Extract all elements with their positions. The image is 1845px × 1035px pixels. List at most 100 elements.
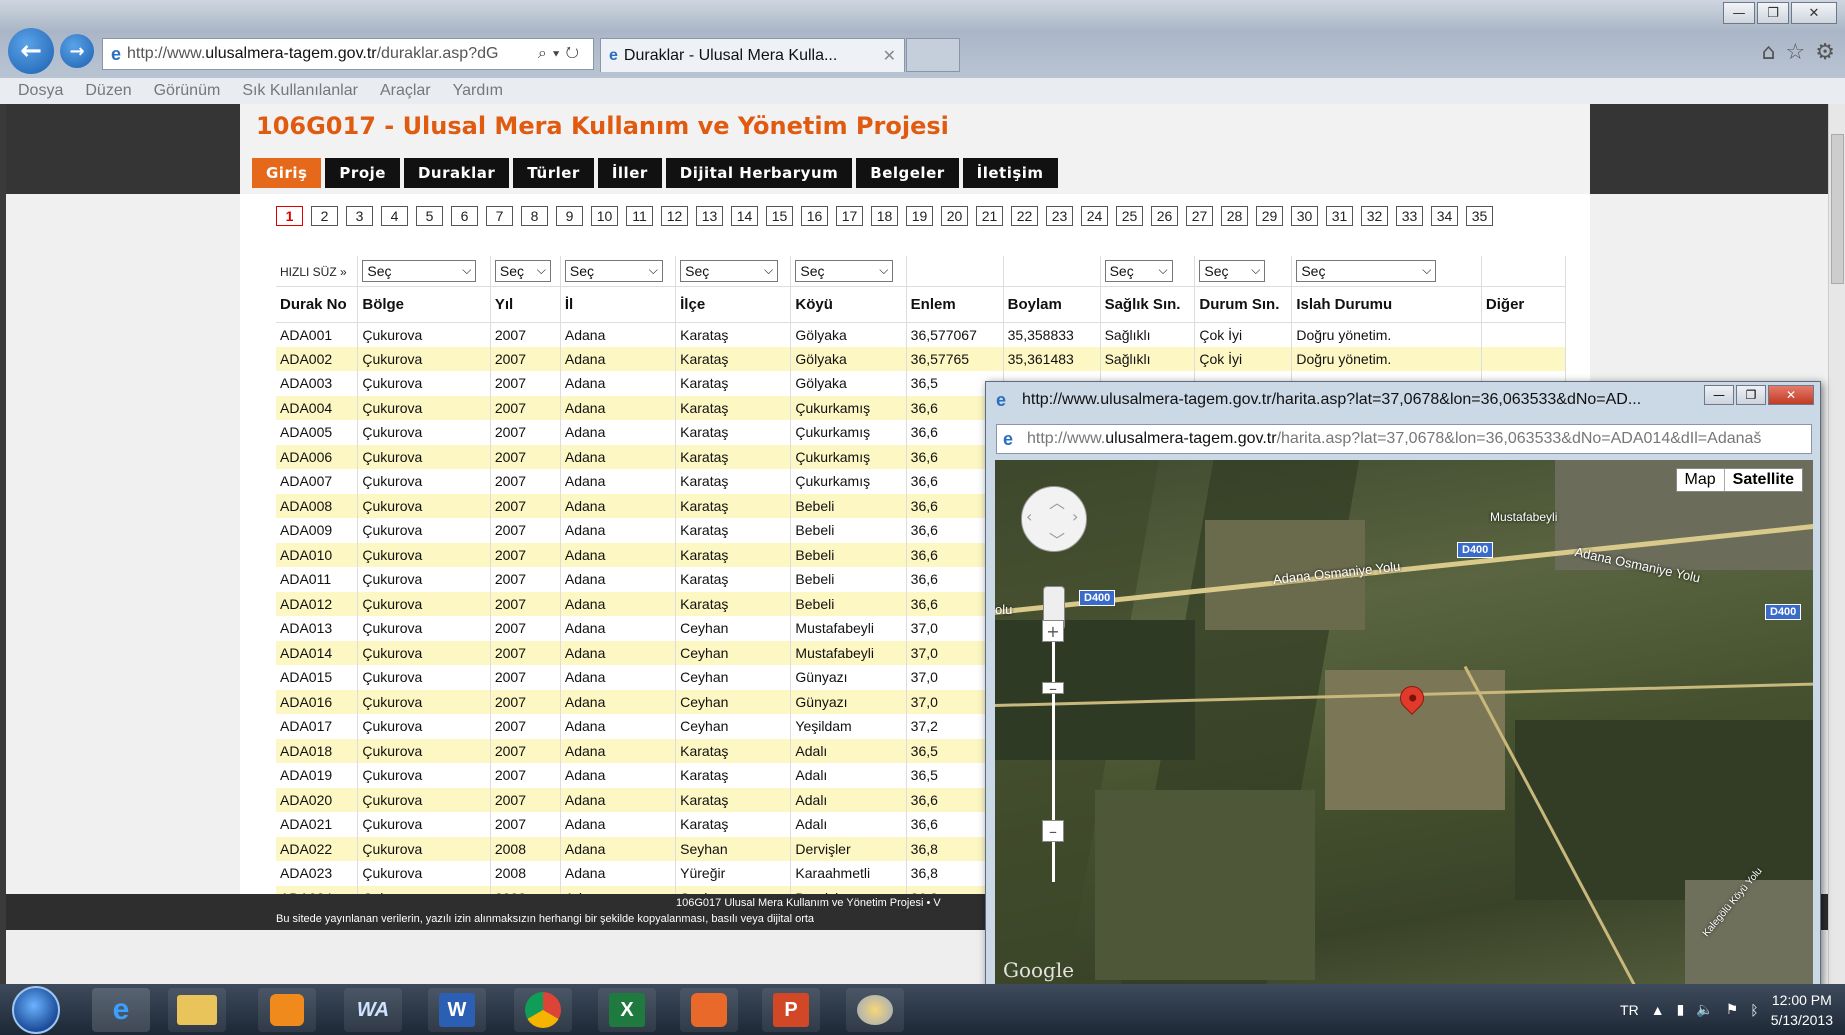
pan-control[interactable]: ︿ ﹀ ‹ › bbox=[1021, 486, 1087, 552]
pan-up-icon[interactable]: ︿ bbox=[1049, 489, 1065, 513]
gear-icon[interactable]: ⚙ bbox=[1815, 40, 1835, 65]
nav-belgeler[interactable]: Belgeler bbox=[856, 158, 959, 188]
page-link[interactable]: 28 bbox=[1221, 206, 1248, 226]
clock[interactable]: 12:00 PM 5/13/2013 bbox=[1771, 990, 1833, 1030]
nav-iletisim[interactable]: İletişim bbox=[962, 158, 1058, 188]
popup-close-button[interactable]: ✕ bbox=[1768, 385, 1814, 405]
page-link[interactable]: 10 bbox=[591, 206, 618, 226]
start-button[interactable] bbox=[12, 986, 60, 1034]
page-scrollbar[interactable] bbox=[1828, 104, 1845, 984]
nav-duraklar[interactable]: Duraklar bbox=[403, 158, 510, 188]
browser-tab[interactable]: e Duraklar - Ulusal Mera Kulla... ✕ bbox=[600, 38, 905, 72]
zoom-out-button[interactable]: – bbox=[1042, 820, 1064, 842]
col-header[interactable]: Bölge bbox=[357, 286, 491, 323]
col-header[interactable]: Yıl bbox=[490, 286, 561, 323]
menu-tools[interactable]: Araçlar bbox=[380, 82, 431, 100]
menu-help[interactable]: Yardım bbox=[453, 82, 503, 100]
favorites-star-icon[interactable]: ☆ bbox=[1786, 40, 1806, 65]
col-header[interactable]: Köyü bbox=[790, 286, 907, 323]
menu-file[interactable]: Dosya bbox=[18, 82, 63, 100]
page-link[interactable]: 20 bbox=[941, 206, 968, 226]
menu-favorites[interactable]: Sık Kullanılanlar bbox=[242, 82, 358, 100]
page-link[interactable]: 31 bbox=[1326, 206, 1353, 226]
region-filter-select[interactable]: Seç ⌵ bbox=[362, 259, 477, 282]
app-icon[interactable] bbox=[680, 988, 738, 1032]
nav-dijital-herbaryum[interactable]: Dijital Herbaryum bbox=[665, 158, 853, 188]
page-link[interactable]: 11 bbox=[626, 206, 653, 226]
show-hidden-icons-icon[interactable]: ▲ bbox=[1651, 1002, 1665, 1018]
page-link[interactable]: 32 bbox=[1361, 206, 1388, 226]
page-link[interactable]: 24 bbox=[1081, 206, 1108, 226]
district-filter-select[interactable]: Seç ⌵ bbox=[680, 259, 779, 282]
page-link[interactable]: 13 bbox=[696, 206, 723, 226]
page-link[interactable]: 9 bbox=[556, 206, 583, 226]
satellite-map[interactable]: D400 D400 D400 Adana Osmaniye Yolu Adana… bbox=[995, 460, 1813, 984]
volume-icon[interactable]: 🔈 bbox=[1696, 1001, 1713, 1018]
page-link[interactable]: 22 bbox=[1011, 206, 1038, 226]
pan-down-icon[interactable]: ﹀ bbox=[1049, 527, 1065, 551]
pan-left-icon[interactable]: ‹ bbox=[1026, 507, 1032, 526]
popup-address-bar[interactable]: e http://www. ulusalmera-tagem.gov.tr/har… bbox=[996, 424, 1812, 454]
popup-maximize-button[interactable]: ❐ bbox=[1736, 385, 1766, 405]
page-link[interactable]: 5 bbox=[416, 206, 443, 226]
col-header[interactable]: Sağlık Sın. bbox=[1100, 286, 1196, 323]
bluetooth-icon[interactable]: ᛒ bbox=[1750, 1002, 1758, 1018]
powerpoint-icon[interactable]: P bbox=[762, 988, 820, 1032]
close-button[interactable]: ✕ bbox=[1791, 2, 1837, 24]
page-link[interactable]: 35 bbox=[1466, 206, 1493, 226]
col-header[interactable]: İlçe bbox=[675, 286, 792, 323]
page-link[interactable]: 23 bbox=[1046, 206, 1073, 226]
file-explorer-icon[interactable] bbox=[168, 988, 226, 1032]
page-link[interactable]: 12 bbox=[661, 206, 688, 226]
zoom-in-button[interactable]: + bbox=[1042, 620, 1064, 642]
media-player-icon[interactable] bbox=[258, 988, 316, 1032]
scrollbar-thumb[interactable] bbox=[1831, 134, 1844, 284]
table-row[interactable]: ADA002 Çukurova 2007 Adana Karataş Gölyaka 36,… bbox=[276, 346, 1567, 371]
winamp-icon[interactable]: WA bbox=[344, 988, 402, 1032]
network-icon[interactable]: ▮ bbox=[1677, 1001, 1685, 1018]
page-link[interactable]: 19 bbox=[906, 206, 933, 226]
col-header[interactable]: Islah Durumu bbox=[1291, 286, 1482, 323]
village-filter-select[interactable]: Seç ⌵ bbox=[795, 259, 894, 282]
nav-turler[interactable]: Türler bbox=[513, 158, 594, 188]
address-controls[interactable]: ⌕▾↻ bbox=[538, 45, 593, 63]
table-row[interactable]: ADA001 Çukurova 2007 Adana Karataş Gölyaka 36,… bbox=[276, 322, 1567, 347]
nav-iller[interactable]: İller bbox=[597, 158, 662, 188]
page-link[interactable]: 25 bbox=[1116, 206, 1143, 226]
col-header[interactable]: Diğer bbox=[1481, 286, 1567, 323]
col-header[interactable]: Durum Sın. bbox=[1194, 286, 1293, 323]
page-link[interactable]: 27 bbox=[1186, 206, 1213, 226]
page-link[interactable]: 14 bbox=[731, 206, 758, 226]
excel-icon[interactable]: X bbox=[598, 988, 656, 1032]
page-link[interactable]: 17 bbox=[836, 206, 863, 226]
menu-view[interactable]: Görünüm bbox=[154, 82, 221, 100]
improvement-filter-select[interactable]: Seç ⌵ bbox=[1296, 259, 1437, 282]
minimize-button[interactable]: — bbox=[1723, 2, 1755, 24]
pan-right-icon[interactable]: › bbox=[1072, 507, 1078, 526]
page-link[interactable]: 7 bbox=[486, 206, 513, 226]
internet-explorer-icon[interactable]: e bbox=[92, 988, 150, 1032]
page-link[interactable]: 29 bbox=[1256, 206, 1283, 226]
province-filter-select[interactable]: Seç ⌵ bbox=[564, 259, 663, 282]
zoom-slider-handle[interactable]: – bbox=[1042, 679, 1064, 698]
map-type-map-button[interactable]: Map bbox=[1677, 469, 1724, 491]
page-link[interactable]: 1 bbox=[276, 206, 303, 226]
word-icon[interactable]: W bbox=[428, 988, 486, 1032]
home-icon[interactable]: ⌂ bbox=[1762, 40, 1776, 65]
nav-proje[interactable]: Proje bbox=[325, 158, 400, 188]
page-link[interactable]: 33 bbox=[1396, 206, 1423, 226]
page-link[interactable]: 3 bbox=[346, 206, 373, 226]
condition-filter-select[interactable]: Seç ⌵ bbox=[1199, 259, 1266, 282]
page-link[interactable]: 6 bbox=[451, 206, 478, 226]
col-header[interactable]: Boylam bbox=[1003, 286, 1101, 323]
page-link[interactable]: 15 bbox=[766, 206, 793, 226]
page-link[interactable]: 26 bbox=[1151, 206, 1178, 226]
language-indicator[interactable]: TR bbox=[1620, 1002, 1639, 1018]
address-bar[interactable]: e http://www.ulusalmera-tagem.gov.tr/dur… bbox=[102, 38, 594, 70]
action-center-flag-icon[interactable]: ⚑ bbox=[1726, 1001, 1739, 1018]
page-link[interactable]: 21 bbox=[976, 206, 1003, 226]
col-header[interactable]: Enlem bbox=[906, 286, 1004, 323]
menu-edit[interactable]: Düzen bbox=[85, 82, 131, 100]
chrome-icon[interactable] bbox=[514, 988, 572, 1032]
year-filter-select[interactable]: Seç ⌵ bbox=[494, 259, 551, 282]
